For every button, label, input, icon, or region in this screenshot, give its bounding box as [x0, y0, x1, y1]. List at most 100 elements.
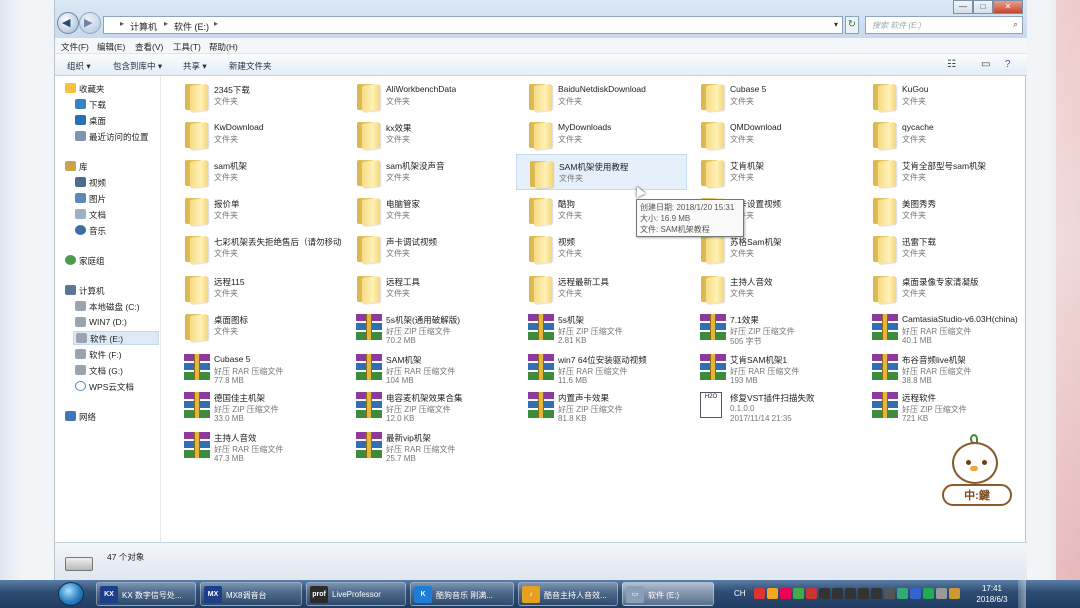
- item-size: 2017/11/14 21:35: [730, 414, 792, 423]
- folder-item[interactable]: SAM机架使用教程 文件夹: [516, 154, 687, 190]
- folder-item[interactable]: 桌面录像专家清凝版 文件夹: [860, 270, 1031, 306]
- file-item[interactable]: SAM机架 好压 RAR 压缩文件 104 MB: [344, 348, 515, 385]
- file-item[interactable]: 最新vip机架 好压 RAR 压缩文件 25.7 MB: [344, 426, 515, 463]
- preview-pane-icon[interactable]: ▭: [981, 59, 993, 70]
- folder-item[interactable]: 主持人音效 文件夹: [688, 270, 859, 306]
- refresh-button[interactable]: ↻: [845, 16, 859, 34]
- folder-item[interactable]: 美图秀秀 文件夹: [860, 192, 1031, 228]
- menu-file[interactable]: 文件(F): [61, 41, 89, 53]
- file-item[interactable]: 远程软件 好压 ZIP 压缩文件 721 KB: [860, 386, 1031, 423]
- taskbar-button[interactable]: MX MX8调音台: [200, 582, 302, 606]
- include-in-library-button[interactable]: 包含到库中 ▾: [113, 60, 162, 72]
- file-item[interactable]: 艾肯SAM机架1 好压 RAR 压缩文件 193 MB: [688, 348, 859, 385]
- folder-item[interactable]: KwDownload 文件夹: [172, 116, 343, 152]
- tray-icon[interactable]: [806, 588, 817, 599]
- tray-icon[interactable]: [793, 588, 804, 599]
- menu-help[interactable]: 帮助(H): [209, 41, 238, 53]
- folder-item[interactable]: 电脑管家 文件夹: [344, 192, 515, 228]
- language-indicator[interactable]: CH: [734, 589, 746, 598]
- new-folder-button[interactable]: 新建文件夹: [229, 60, 272, 72]
- breadcrumb-drive-e[interactable]: 软件 (E:): [174, 20, 209, 33]
- folder-item[interactable]: sam机架没声音 文件夹: [344, 154, 515, 190]
- taskbar-button-label: MX8调音台: [226, 591, 267, 600]
- folder-item[interactable]: 七彩机架丢失拒绝售后（请勿移动） 文件夹: [172, 230, 343, 266]
- file-item[interactable]: 5s机架(通用破解版) 好压 ZIP 压缩文件 70.2 MB: [344, 308, 515, 345]
- tray-icon[interactable]: [754, 588, 765, 599]
- folder-item[interactable]: BaiduNetdiskDownload 文件夹: [516, 78, 687, 114]
- file-item[interactable]: 7.1效果 好压 ZIP 压缩文件 505 字节: [688, 308, 859, 346]
- search-input[interactable]: 搜索 软件 (E:) ⌕: [865, 16, 1023, 34]
- file-item[interactable]: CamtasiaStudio-v6.03H(china) 好压 RAR 压缩文件 4…: [860, 308, 1031, 345]
- file-item[interactable]: 内置声卡效果 好压 ZIP 压缩文件 81.8 KB: [516, 386, 687, 423]
- taskbar-button[interactable]: ♪ 酷音主持人音效...: [518, 582, 618, 606]
- tray-icon[interactable]: [897, 588, 908, 599]
- tray-icon[interactable]: [819, 588, 830, 599]
- tray-icon[interactable]: [910, 588, 921, 599]
- tray-icon[interactable]: [949, 588, 960, 599]
- tray-icon[interactable]: [923, 588, 934, 599]
- file-item[interactable]: 布谷音频live机架 好压 RAR 压缩文件 38.8 MB: [860, 348, 1031, 385]
- address-dropdown-icon[interactable]: ▾: [834, 20, 838, 29]
- folder-item[interactable]: 桌面图标 文件夹: [172, 308, 343, 344]
- close-button[interactable]: ✕: [993, 0, 1023, 14]
- homegroup-icon: [65, 255, 76, 265]
- taskbar-button[interactable]: prof LiveProfessor: [306, 582, 406, 606]
- taskbar-button[interactable]: ▭ 软件 (E:): [622, 582, 714, 606]
- folder-item[interactable]: QMDownload 文件夹: [688, 116, 859, 152]
- folder-item[interactable]: 远程115 文件夹: [172, 270, 343, 306]
- folder-item[interactable]: 报价单 文件夹: [172, 192, 343, 228]
- taskbar-button[interactable]: KX KX 数字信号处...: [96, 582, 196, 606]
- folder-item[interactable]: 艾肯机架 文件夹: [688, 154, 859, 190]
- menu-edit[interactable]: 编辑(E): [97, 41, 125, 53]
- folder-item[interactable]: 远程最新工具 文件夹: [516, 270, 687, 306]
- clock[interactable]: 17:41 2018/6/3: [972, 583, 1012, 605]
- taskbar-app-icon: ▭: [626, 586, 644, 603]
- tray-icon[interactable]: [845, 588, 856, 599]
- back-button[interactable]: ◀: [57, 12, 79, 34]
- folder-item[interactable]: 2345下载 文件夹: [172, 78, 343, 114]
- file-item[interactable]: 德国佳主机架 好压 ZIP 压缩文件 33.0 MB: [172, 386, 343, 423]
- tray-icon[interactable]: [858, 588, 869, 599]
- folder-item[interactable]: 声卡调试视频 文件夹: [344, 230, 515, 266]
- folder-item[interactable]: sam机架 文件夹: [172, 154, 343, 190]
- breadcrumb-computer[interactable]: 计算机: [130, 20, 157, 33]
- tray-icon[interactable]: [767, 588, 778, 599]
- tray-icon[interactable]: [780, 588, 791, 599]
- tray-icon[interactable]: [884, 588, 895, 599]
- view-options-icon[interactable]: ☷: [947, 59, 959, 70]
- folder-icon: [354, 274, 382, 304]
- help-icon[interactable]: ?: [1005, 59, 1017, 70]
- show-desktop-button[interactable]: [1018, 580, 1026, 608]
- share-button[interactable]: 共享 ▾: [183, 60, 207, 72]
- file-item[interactable]: 5s机架 好压 ZIP 压缩文件 2.81 KB: [516, 308, 687, 345]
- folder-item[interactable]: AliWorkbenchData 文件夹: [344, 78, 515, 114]
- address-bar[interactable]: ▸ 计算机 ▸ 软件 (E:) ▸ ▾: [103, 16, 843, 34]
- file-item[interactable]: Cubase 5 好压 RAR 压缩文件 77.8 MB: [172, 348, 343, 385]
- start-button[interactable]: [58, 582, 84, 606]
- sidebar-item-drive-e[interactable]: 软件 (E:): [73, 331, 159, 345]
- folder-item[interactable]: MyDownloads 文件夹: [516, 116, 687, 152]
- item-name: 内置声卡效果: [558, 393, 610, 403]
- file-item[interactable]: win7 64位安装驱动视频 好压 RAR 压缩文件 11.6 MB: [516, 348, 687, 385]
- tray-icon[interactable]: [871, 588, 882, 599]
- file-item[interactable]: H2O 修复VST插件扫描失败 0.1.0.0 2017/11/14 21:35: [688, 386, 859, 423]
- forward-button[interactable]: ▶: [79, 12, 101, 34]
- folder-item[interactable]: qycache 文件夹: [860, 116, 1031, 152]
- menu-view[interactable]: 查看(V): [135, 41, 163, 53]
- file-item[interactable]: 电容麦机架效果合集 好压 ZIP 压缩文件 12.0 KB: [344, 386, 515, 423]
- tray-icon[interactable]: [832, 588, 843, 599]
- organize-button[interactable]: 组织 ▾: [67, 60, 91, 72]
- maximize-button[interactable]: □: [973, 0, 993, 14]
- folder-item[interactable]: 艾肯全部型号sam机架 文件夹: [860, 154, 1031, 190]
- taskbar-button[interactable]: K 酷狗音乐 刚满...: [410, 582, 514, 606]
- folder-item[interactable]: Cubase 5 文件夹: [688, 78, 859, 114]
- folder-item[interactable]: KuGou 文件夹: [860, 78, 1031, 114]
- minimize-button[interactable]: —: [953, 0, 973, 14]
- folder-item[interactable]: kx效果 文件夹: [344, 116, 515, 152]
- tray-icon[interactable]: [936, 588, 947, 599]
- file-item[interactable]: 主持人音效 好压 RAR 压缩文件 47.3 MB: [172, 426, 343, 463]
- menu-tools[interactable]: 工具(T): [173, 41, 201, 53]
- folder-item[interactable]: 远程工具 文件夹: [344, 270, 515, 306]
- item-type: 文件夹: [214, 289, 238, 298]
- folder-item[interactable]: 迅雷下载 文件夹: [860, 230, 1031, 266]
